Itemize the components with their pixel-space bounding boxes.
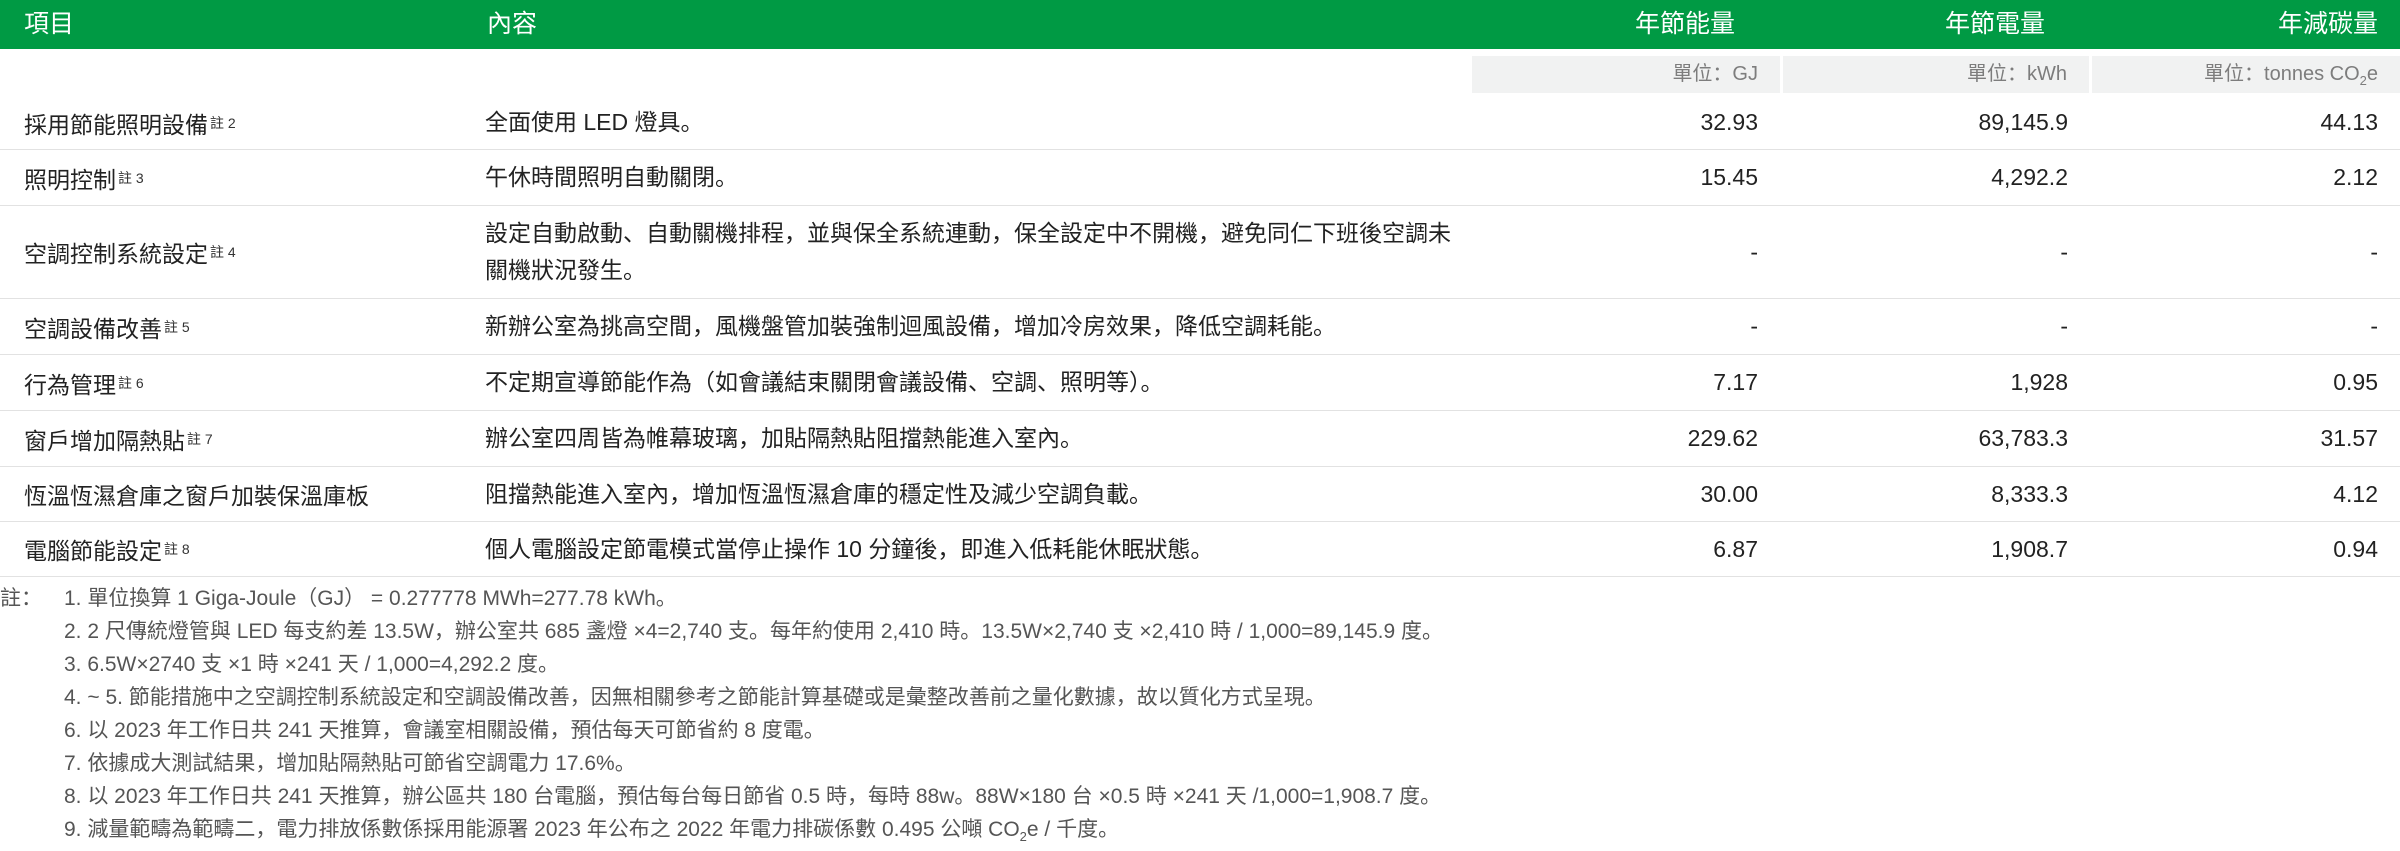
table-row: 空調設備改善註 5 新辦公室為挑高空間，風機盤管加裝強制迴風設備，增加冷房效果，… — [0, 299, 2400, 355]
row-carbon: 4.12 — [2333, 480, 2378, 507]
row-carbon: - — [2370, 313, 2378, 339]
row-electricity: 4,292.2 — [1991, 164, 2068, 190]
footnotes-label: 註： — [0, 587, 42, 610]
row-item: 空調控制系統設定註 4 — [24, 241, 236, 267]
row-carbon: 0.94 — [2333, 535, 2378, 562]
table-row: 窗戶增加隔熱貼註 7 辦公室四周皆為帷幕玻璃，加貼隔熱貼阻擋熱能進入室內。 22… — [0, 411, 2400, 467]
footnote-line: 2. 2 尺傳統燈管與 LED 每支約差 13.5W，辦公室共 685 盞燈 ×… — [64, 620, 1443, 643]
row-energy: 229.62 — [1687, 425, 1758, 451]
table-row: 採用節能照明設備註 2 全面使用 LED 燈具。 32.93 89,145.9 … — [0, 96, 2400, 150]
header-content: 內容 — [487, 10, 538, 38]
row-electricity: - — [2060, 238, 2068, 265]
row-energy: - — [1750, 313, 1758, 339]
row-carbon: 0.95 — [2333, 369, 2378, 395]
header-carbon: 年減碳量 — [2277, 10, 2378, 38]
row-content: 個人電腦設定節電模式當停止操作 10 分鐘後，即進入低耗能休眠狀態。 — [485, 535, 1214, 562]
row-energy: 6.87 — [1713, 535, 1758, 562]
table-header: 項目 內容 年節能量 年節電量 年減碳量 — [0, 0, 2400, 49]
unit-electricity: 單位：kWh — [1783, 56, 2089, 93]
row-item: 行為管理註 6 — [24, 371, 144, 398]
footnote-line: 7. 依據成大測試結果，增加貼隔熱貼可節省空調電力 17.6%。 — [64, 752, 636, 775]
row-electricity: 1,908.7 — [1991, 535, 2068, 562]
unit-energy: 單位：GJ — [1472, 56, 1780, 93]
row-electricity: - — [2060, 313, 2068, 339]
row-content: 辦公室四周皆為帷幕玻璃，加貼隔熱貼阻擋熱能進入室內。 — [485, 425, 1083, 451]
row-content: 新辦公室為挑高空間，風機盤管加裝強制迴風設備，增加冷房效果，降低空調耗能。 — [485, 313, 1336, 339]
table-row: 照明控制註 3 午休時間照明自動關閉。 15.45 4,292.2 2.12 — [0, 150, 2400, 206]
row-content: 設定自動啟動、自動關機排程，並與保全系統連動，保全設定中不開機，避免同仁下班後空… — [485, 220, 1451, 283]
footnote-line: 9. 減量範疇為範疇二，電力排放係數係採用能源署 2023 年公布之 2022 … — [64, 818, 1120, 845]
table-row: 恆溫恆濕倉庫之窗戶加裝保溫庫板 阻擋熱能進入室內，增加恆溫恆濕倉庫的穩定性及減少… — [0, 467, 2400, 522]
row-electricity: 8,333.3 — [1991, 480, 2068, 507]
header-item: 項目 — [24, 10, 75, 38]
row-content: 不定期宣導節能作為（如會議結束關閉會議設備、空調、照明等）。 — [485, 369, 1164, 395]
row-energy: 15.45 — [1700, 164, 1758, 190]
footnote-line: 8. 以 2023 年工作日共 241 天推算，辦公區共 180 台電腦，預估每… — [64, 785, 1442, 808]
row-energy: - — [1750, 238, 1758, 265]
table-row: 空調控制系統設定註 4 設定自動啟動、自動關機排程，並與保全系統連動，保全設定中… — [0, 206, 2400, 299]
footnote-line: 1. 單位換算 1 Giga-Joule（GJ） = 0.277778 MWh=… — [64, 587, 677, 610]
footnote-line: 4. ~ 5. 節能措施中之空調控制系統設定和空調設備改善，因無相關參考之節能計… — [64, 686, 1326, 709]
row-carbon: 31.57 — [2320, 425, 2378, 451]
row-item: 空調設備改善註 5 — [24, 315, 190, 342]
header-energy: 年節能量 — [1634, 10, 1735, 38]
row-energy: 32.93 — [1700, 109, 1758, 135]
row-carbon: 44.13 — [2320, 109, 2378, 135]
row-content: 阻擋熱能進入室內，增加恆溫恆濕倉庫的穩定性及減少空調負載。 — [485, 480, 1152, 507]
footnote-line: 3. 6.5W×2740 支 ×1 時 ×241 天 / 1,000=4,292… — [64, 653, 559, 676]
row-electricity: 63,783.3 — [1978, 425, 2068, 451]
row-content: 午休時間照明自動關閉。 — [485, 164, 738, 190]
header-electricity: 年節電量 — [1944, 10, 2045, 38]
row-electricity: 89,145.9 — [1978, 109, 2068, 135]
table-row: 電腦節能設定註 8 個人電腦設定節電模式當停止操作 10 分鐘後，即進入低耗能休… — [0, 522, 2400, 577]
row-item: 採用節能照明設備註 2 — [24, 111, 236, 138]
row-electricity: 1,928 — [2010, 369, 2068, 395]
row-carbon: - — [2370, 238, 2378, 265]
row-item: 恆溫恆濕倉庫之窗戶加裝保溫庫板 — [24, 483, 369, 509]
row-energy: 30.00 — [1700, 480, 1758, 507]
row-energy: 7.17 — [1713, 369, 1758, 395]
unit-carbon: 單位：tonnes CO2e — [2092, 56, 2400, 93]
row-item: 電腦節能設定註 8 — [24, 538, 190, 564]
row-carbon: 2.12 — [2333, 164, 2378, 190]
table-row: 行為管理註 6 不定期宣導節能作為（如會議結束關閉會議設備、空調、照明等）。 7… — [0, 355, 2400, 411]
row-item: 窗戶增加隔熱貼註 7 — [24, 427, 213, 454]
row-content: 全面使用 LED 燈具。 — [485, 109, 704, 135]
row-item: 照明控制註 3 — [24, 166, 144, 193]
footnote-line: 6. 以 2023 年工作日共 241 天推算，會議室相關設備，預估每天可節省約… — [64, 719, 825, 742]
